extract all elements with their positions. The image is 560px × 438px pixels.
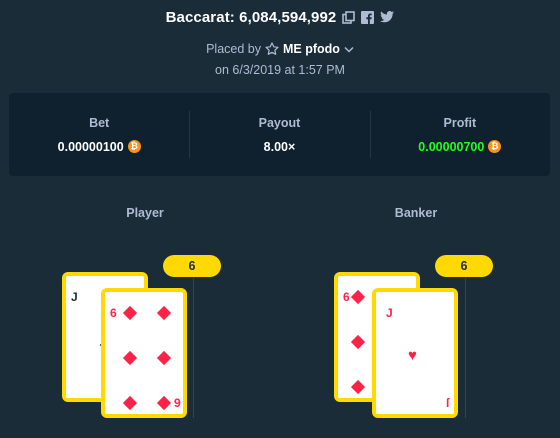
stat-profit-value: 0.00000700 [418, 139, 485, 154]
diamond-icon [122, 395, 138, 411]
player-card-2-bottom-rank: 9 [174, 396, 181, 410]
stat-payout-value: 8.00× [263, 139, 296, 154]
banker-card-2: J ♥ ſ [372, 288, 458, 418]
banker-card-2-bottom-rank: ſ [446, 396, 450, 410]
stat-bet-value-row: 0.00000100 ₿ [58, 140, 141, 154]
player-score-badge: 6 [163, 255, 221, 277]
twitter-icon[interactable] [380, 11, 395, 23]
diamond-icon [350, 289, 366, 305]
banker-card-2-rank: J [386, 306, 393, 320]
stat-profit-label: Profit [443, 115, 477, 130]
placed-by-label: Placed by [206, 42, 261, 56]
banker-card-1-rank: 6 [343, 290, 350, 304]
stat-bet: Bet 0.00000100 ₿ [9, 93, 189, 176]
bet-title: Baccarat: 6,084,594,992 [165, 8, 337, 26]
banker-score-badge: 6 [435, 255, 493, 277]
stat-profit-value-row: 0.00000700 ₿ [418, 139, 502, 154]
diamond-icon [156, 395, 172, 411]
stat-profit: Profit 0.00000700 ₿ [369, 93, 550, 176]
diamond-icon [156, 305, 172, 321]
bet-stats-panel: Bet 0.00000100 ₿ Payout 8.00× Profit 0.0… [9, 93, 550, 176]
player-divider [193, 278, 194, 418]
stat-bet-value: 0.00000100 [57, 139, 124, 154]
placed-by: Placed by ME pfodo [0, 42, 560, 56]
facebook-icon[interactable] [361, 10, 375, 24]
copy-icon[interactable] [342, 10, 356, 24]
player-card-2: 6 9 [101, 288, 187, 418]
bitcoin-icon: ₿ [127, 140, 141, 153]
player-label: Player [126, 206, 164, 220]
user-link[interactable]: ME pfodo [283, 42, 340, 56]
bitcoin-icon: ₿ [488, 140, 502, 153]
diamond-icon [350, 334, 366, 350]
stat-bet-label: Bet [89, 115, 110, 130]
stat-payout: Payout 8.00× [189, 93, 369, 176]
player-card-2-rank: 6 [110, 306, 117, 320]
diamond-icon [122, 350, 138, 366]
chevron-down-icon[interactable] [344, 46, 354, 53]
diamond-icon [350, 379, 366, 395]
diamond-icon [122, 305, 138, 321]
bet-header: Baccarat: 6,084,594,992 [0, 6, 560, 28]
banker-divider [465, 278, 466, 418]
diamond-icon [156, 350, 172, 366]
stat-payout-label: Payout [258, 115, 301, 130]
star-icon [265, 42, 279, 56]
heart-icon: ♥ [408, 347, 417, 364]
banker-label: Banker [394, 206, 438, 220]
bet-date: on 6/3/2019 at 1:57 PM [215, 63, 345, 77]
player-card-1-rank: J [71, 290, 78, 304]
